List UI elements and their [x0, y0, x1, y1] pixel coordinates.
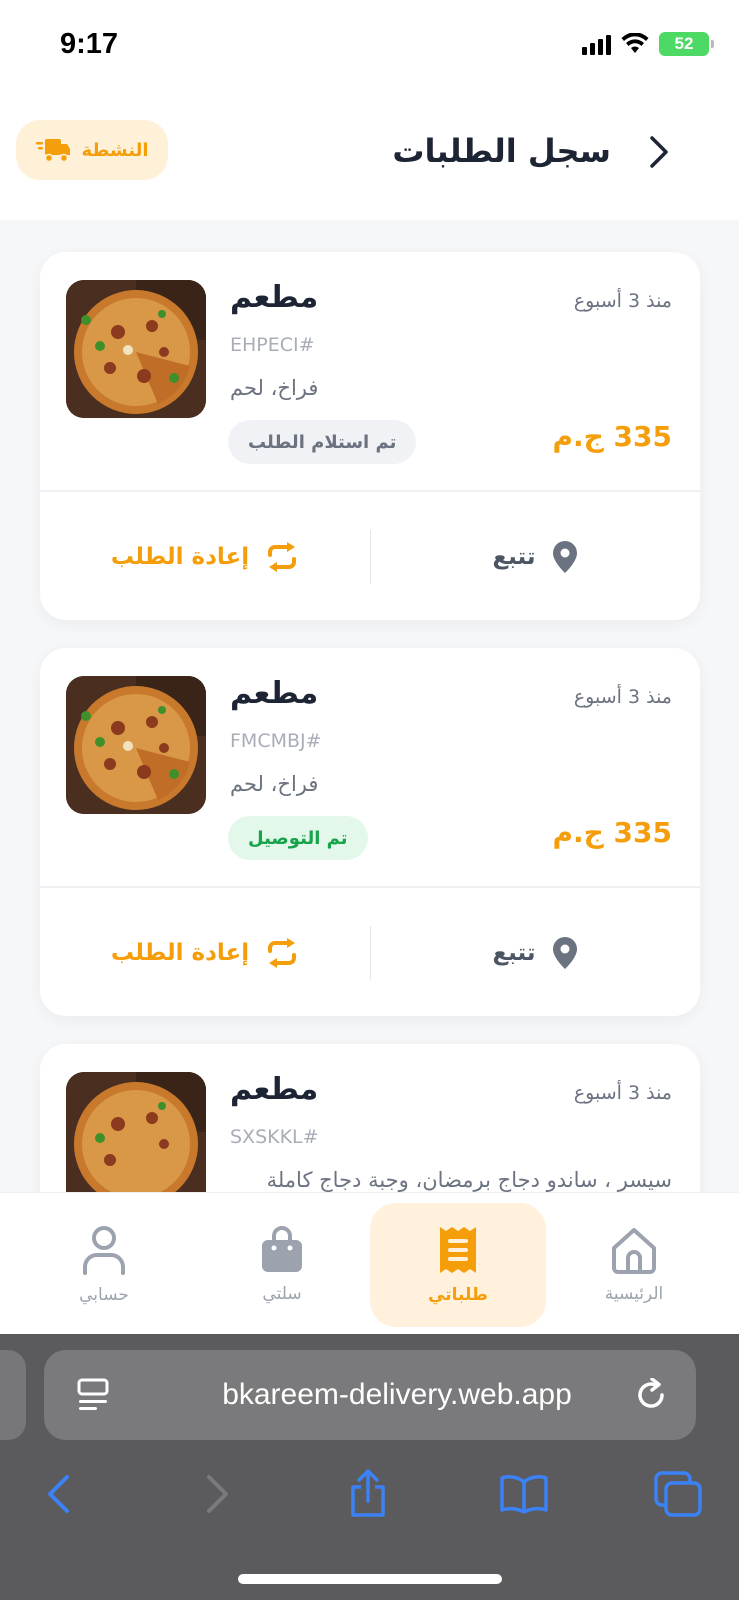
- restaurant-name: مطعم: [230, 676, 319, 711]
- url-text: bkareem-delivery.web.app: [222, 1378, 572, 1411]
- order-time-ago: منذ 3 أسبوع: [573, 290, 672, 312]
- reader-mode-icon[interactable]: [76, 1378, 112, 1412]
- page-header: النشطة سجل الطلبات: [0, 92, 739, 220]
- restaurant-name: مطعم: [230, 280, 319, 315]
- track-label: تتبع: [492, 940, 536, 966]
- browser-back-button[interactable]: [28, 1466, 88, 1522]
- order-thumbnail: [66, 676, 206, 814]
- order-thumbnail: [66, 280, 206, 418]
- page-title: سجل الطلبات: [392, 132, 611, 170]
- order-items: سيسر ، ساندو دجاج برمضان، وجبة دجاج كامل…: [266, 1168, 672, 1192]
- order-code: SXSKKL#: [230, 1126, 319, 1148]
- repeat-icon: [268, 938, 297, 968]
- nav-item-orders[interactable]: طلباتي: [370, 1203, 546, 1327]
- reorder-label: إعادة الطلب: [110, 940, 250, 966]
- nav-item-home[interactable]: الرئيسية: [546, 1203, 722, 1327]
- nav-label: سلتي: [262, 1284, 302, 1304]
- order-thumbnail: [66, 1072, 206, 1192]
- reorder-button[interactable]: إعادة الطلب: [40, 890, 370, 1016]
- reorder-label: إعادة الطلب: [110, 544, 250, 570]
- reload-icon[interactable]: [634, 1378, 668, 1412]
- active-orders-button[interactable]: النشطة: [16, 120, 168, 180]
- status-badge: تم التوصيل: [228, 816, 368, 860]
- location-pin-icon: [552, 937, 577, 969]
- user-icon: [83, 1226, 125, 1275]
- order-summary[interactable]: مطعم FMCMBJ# فراخ، لحم تم التوصيل منذ 3 …: [40, 648, 700, 888]
- active-orders-label: النشطة: [81, 139, 149, 161]
- tabs-icon: [654, 1471, 702, 1517]
- order-summary[interactable]: مطعم SXSKKL# سيسر ، ساندو دجاج برمضان، و…: [40, 1044, 700, 1192]
- status-badge: تم استلام الطلب: [228, 420, 417, 464]
- order-time-ago: منذ 3 أسبوع: [573, 686, 672, 708]
- location-pin-icon: [552, 541, 577, 573]
- order-price: 335 ج.م: [552, 420, 672, 453]
- order-time-ago: منذ 3 أسبوع: [573, 1082, 672, 1104]
- share-button[interactable]: [338, 1466, 398, 1522]
- nav-item-account[interactable]: حسابي: [16, 1203, 192, 1327]
- wifi-icon: [621, 33, 649, 53]
- status-bar: 9:17 52: [0, 0, 739, 92]
- back-button[interactable]: [641, 132, 677, 172]
- chevron-right-icon: [207, 1475, 228, 1513]
- order-price: 335 ج.م: [552, 816, 672, 849]
- cellular-signal-icon: [582, 33, 611, 55]
- repeat-icon: [268, 542, 297, 572]
- reorder-button[interactable]: إعادة الطلب: [40, 494, 370, 620]
- order-card[interactable]: مطعم EHPECI# فراخ، لحم تم استلام الطلب م…: [40, 252, 700, 620]
- bookmarks-button[interactable]: [494, 1466, 554, 1522]
- nav-label: طلباتي: [428, 1285, 488, 1305]
- bottom-nav: حسابي سلتي طلباتي الرئيسية: [0, 1192, 739, 1334]
- order-actions: إعادة الطلب تتبع: [40, 890, 700, 1016]
- order-actions: إعادة الطلب تتبع: [40, 494, 700, 620]
- track-button[interactable]: تتبع: [370, 494, 700, 620]
- order-code: EHPECI#: [230, 334, 315, 356]
- chevron-right-icon: [650, 136, 668, 168]
- battery-icon: 52: [659, 32, 714, 56]
- browser-forward-button[interactable]: [188, 1466, 248, 1522]
- order-card[interactable]: مطعم SXSKKL# سيسر ، ساندو دجاج برمضان، و…: [40, 1044, 700, 1192]
- nav-item-cart[interactable]: سلتي: [194, 1203, 370, 1327]
- previous-tab-edge[interactable]: [0, 1350, 26, 1440]
- orders-list[interactable]: مطعم EHPECI# فراخ، لحم تم استلام الطلب م…: [0, 220, 739, 1192]
- delivery-truck-icon: [36, 139, 71, 163]
- order-summary[interactable]: مطعم EHPECI# فراخ، لحم تم استلام الطلب م…: [40, 252, 700, 492]
- book-icon: [500, 1475, 548, 1514]
- order-items: فراخ، لحم: [230, 772, 319, 796]
- bag-icon: [262, 1226, 302, 1272]
- status-icons: 52: [582, 32, 714, 56]
- order-card[interactable]: مطعم FMCMBJ# فراخ، لحم تم التوصيل منذ 3 …: [40, 648, 700, 1016]
- order-items: فراخ، لحم: [230, 376, 319, 400]
- share-icon: [351, 1469, 385, 1517]
- nav-label: الرئيسية: [604, 1284, 664, 1304]
- nav-label: حسابي: [79, 1285, 129, 1305]
- home-indicator: [238, 1574, 502, 1584]
- restaurant-name: مطعم: [230, 1072, 319, 1107]
- browser-toolbar: bkareem-delivery.web.app: [0, 1334, 739, 1600]
- track-label: تتبع: [492, 544, 536, 570]
- order-code: FMCMBJ#: [230, 730, 322, 752]
- track-button[interactable]: تتبع: [370, 890, 700, 1016]
- chevron-left-icon: [48, 1475, 69, 1513]
- home-icon: [612, 1228, 656, 1274]
- receipt-icon: [440, 1227, 476, 1273]
- status-time: 9:17: [60, 28, 119, 60]
- tabs-button[interactable]: [648, 1466, 708, 1522]
- address-bar[interactable]: bkareem-delivery.web.app: [44, 1350, 696, 1440]
